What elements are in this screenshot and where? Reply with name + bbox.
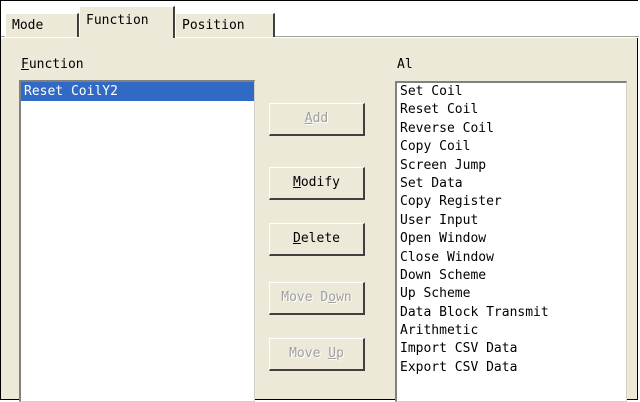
list-item[interactable]: Close Window <box>397 249 626 267</box>
modify-button[interactable]: Modify <box>269 167 365 200</box>
tab-position[interactable]: Position <box>175 13 275 37</box>
modify-button-post: odify <box>300 175 340 190</box>
list-item[interactable]: Up Scheme <box>397 285 626 303</box>
add-button[interactable]: Add <box>269 103 365 136</box>
list-item[interactable]: User Input <box>397 212 626 230</box>
add-button-mnemonic: A <box>304 111 313 126</box>
list-item[interactable]: Set Coil <box>397 83 626 101</box>
move-up-button-post: p <box>336 346 344 361</box>
list-item[interactable]: Screen Jump <box>397 157 626 175</box>
list-item[interactable]: Reset Coil <box>397 101 626 119</box>
function-settings-dialog: Mode Function Position Function Al Reset… <box>0 0 639 402</box>
function-list-label: Function <box>21 57 84 72</box>
list-item[interactable]: Arithmetic <box>397 322 626 340</box>
function-label-rest: unction <box>28 57 84 72</box>
list-item[interactable]: Copy Register <box>397 193 626 211</box>
move-down-button-pre: Move D <box>281 290 329 305</box>
delete-button[interactable]: Delete <box>269 223 365 256</box>
function-label-mnemonic: F <box>21 57 29 72</box>
list-item[interactable]: Copy Coil <box>397 138 626 156</box>
move-up-button-pre: Move <box>289 346 329 361</box>
move-down-button-mnemonic: o <box>328 290 337 305</box>
list-item[interactable]: Down Scheme <box>397 267 626 285</box>
modify-button-mnemonic: M <box>293 175 301 190</box>
delete-button-mnemonic: D <box>293 231 301 246</box>
move-up-button[interactable]: Move Up <box>269 338 365 371</box>
tab-function[interactable]: Function <box>79 6 175 38</box>
list-item[interactable]: Reset CoilY2 <box>21 82 254 101</box>
add-button-post: dd <box>312 111 329 126</box>
list-item[interactable]: Reverse Coil <box>397 120 626 138</box>
move-down-button[interactable]: Move Down <box>269 282 365 315</box>
tab-strip: Mode Function Position <box>1 1 639 38</box>
delete-button-post: elete <box>300 231 340 246</box>
function-list[interactable]: Reset CoilY2 <box>19 80 255 402</box>
list-item[interactable]: Import CSV Data <box>397 340 626 358</box>
tab-mode[interactable]: Mode <box>5 13 79 37</box>
all-functions-list-label: Al <box>397 57 413 72</box>
list-item[interactable]: Data Block Transmit <box>397 304 626 322</box>
move-down-button-post: wn <box>336 290 352 305</box>
list-item[interactable]: Export CSV Data <box>397 359 626 377</box>
list-item[interactable]: Set Data <box>397 175 626 193</box>
all-functions-list[interactable]: Set Coil Reset Coil Reverse Coil Copy Coil S… <box>395 81 627 402</box>
move-up-button-mnemonic: U <box>328 346 337 361</box>
list-item[interactable]: Open Window <box>397 230 626 248</box>
